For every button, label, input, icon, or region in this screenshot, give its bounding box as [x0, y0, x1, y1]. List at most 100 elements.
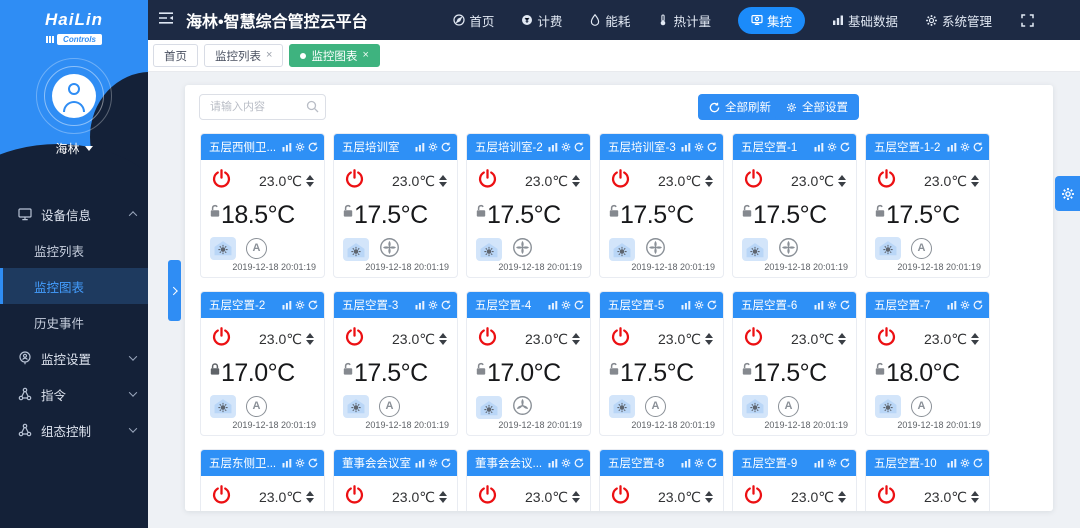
gear-icon[interactable]	[694, 458, 704, 468]
gear-icon[interactable]	[827, 300, 837, 310]
refresh-icon[interactable]	[707, 142, 717, 152]
gear-icon[interactable]	[827, 142, 837, 152]
fan-auto-icon[interactable]: A	[379, 396, 400, 417]
refresh-icon[interactable]	[308, 458, 318, 468]
heating-mode-icon[interactable]	[742, 238, 768, 261]
gear-icon[interactable]	[694, 142, 704, 152]
gear-icon[interactable]	[295, 142, 305, 152]
heating-mode-icon[interactable]	[609, 238, 635, 261]
power-icon[interactable]	[876, 168, 897, 194]
refresh-icon[interactable]	[707, 458, 717, 468]
refresh-all-button[interactable]: 全部刷新	[698, 94, 782, 120]
up-down-icon[interactable]	[439, 491, 447, 503]
fan-auto-icon[interactable]: A	[645, 396, 666, 417]
setpoint-stepper[interactable]: 23.0℃	[392, 331, 447, 348]
setpoint-stepper[interactable]: 23.0℃	[658, 173, 713, 190]
gear-icon[interactable]	[295, 300, 305, 310]
refresh-icon[interactable]	[441, 458, 451, 468]
up-down-icon[interactable]	[306, 175, 314, 187]
power-icon[interactable]	[876, 326, 897, 352]
setpoint-stepper[interactable]: 23.0℃	[791, 489, 846, 506]
chart-icon[interactable]	[947, 142, 957, 152]
gear-icon[interactable]	[428, 300, 438, 310]
chart-icon[interactable]	[415, 458, 425, 468]
power-icon[interactable]	[876, 484, 897, 510]
fan-icon[interactable]	[778, 237, 799, 263]
up-down-icon[interactable]	[572, 491, 580, 503]
setpoint-stepper[interactable]: 23.0℃	[924, 331, 979, 348]
chart-icon[interactable]	[548, 142, 558, 152]
power-icon[interactable]	[211, 484, 232, 510]
up-down-icon[interactable]	[705, 491, 713, 503]
refresh-icon[interactable]	[840, 458, 850, 468]
setpoint-stepper[interactable]: 23.0℃	[525, 489, 580, 506]
up-down-icon[interactable]	[705, 175, 713, 187]
gear-icon[interactable]	[561, 300, 571, 310]
power-icon[interactable]	[610, 326, 631, 352]
fan-icon[interactable]	[512, 237, 533, 263]
heating-mode-icon[interactable]	[210, 237, 236, 260]
fan-3blade-icon[interactable]	[512, 395, 533, 421]
chart-icon[interactable]	[947, 458, 957, 468]
close-icon[interactable]: ×	[362, 50, 368, 61]
tab-monitor-list[interactable]: 监控列表 ×	[204, 44, 283, 67]
heating-mode-icon[interactable]	[875, 237, 901, 260]
heating-mode-icon[interactable]	[476, 238, 502, 261]
heating-mode-icon[interactable]	[210, 395, 236, 418]
chart-icon[interactable]	[282, 300, 292, 310]
up-down-icon[interactable]	[439, 175, 447, 187]
chart-icon[interactable]	[947, 300, 957, 310]
fan-icon[interactable]	[379, 237, 400, 263]
chart-icon[interactable]	[814, 458, 824, 468]
nav-item-energy[interactable]: 能耗	[589, 11, 630, 30]
refresh-icon[interactable]	[973, 458, 983, 468]
collapse-sidebar-icon[interactable]	[158, 11, 174, 30]
setpoint-stepper[interactable]: 23.0℃	[791, 331, 846, 348]
setpoint-stepper[interactable]: 23.0℃	[259, 173, 314, 190]
refresh-icon[interactable]	[308, 142, 318, 152]
nav-item-heat-metering[interactable]: 热计量	[657, 11, 711, 30]
fan-auto-icon[interactable]: A	[246, 238, 267, 259]
nav-item-home[interactable]: 首页	[453, 11, 494, 30]
sidebar-item-monitor-list[interactable]: 监控列表	[0, 232, 148, 268]
refresh-icon[interactable]	[441, 300, 451, 310]
gear-icon[interactable]	[295, 458, 305, 468]
power-icon[interactable]	[344, 484, 365, 510]
refresh-icon[interactable]	[574, 458, 584, 468]
up-down-icon[interactable]	[306, 491, 314, 503]
chart-icon[interactable]	[282, 458, 292, 468]
heating-mode-icon[interactable]	[343, 395, 369, 418]
refresh-icon[interactable]	[707, 300, 717, 310]
gear-icon[interactable]	[694, 300, 704, 310]
power-icon[interactable]	[743, 168, 764, 194]
chart-icon[interactable]	[681, 142, 691, 152]
refresh-icon[interactable]	[840, 142, 850, 152]
fullscreen-icon[interactable]	[1021, 14, 1034, 27]
up-down-icon[interactable]	[572, 333, 580, 345]
up-down-icon[interactable]	[572, 175, 580, 187]
gear-icon[interactable]	[827, 458, 837, 468]
user-dropdown[interactable]: 海林	[0, 140, 148, 157]
chart-icon[interactable]	[548, 300, 558, 310]
setpoint-stepper[interactable]: 23.0℃	[392, 489, 447, 506]
avatar[interactable]	[36, 58, 112, 134]
chart-icon[interactable]	[814, 142, 824, 152]
setpoint-stepper[interactable]: 23.0℃	[924, 173, 979, 190]
fan-auto-icon[interactable]: A	[911, 238, 932, 259]
gear-icon[interactable]	[561, 458, 571, 468]
setpoint-stepper[interactable]: 23.0℃	[658, 489, 713, 506]
gear-icon[interactable]	[428, 458, 438, 468]
heating-mode-icon[interactable]	[343, 238, 369, 261]
power-icon[interactable]	[344, 168, 365, 194]
panel-expand-handle[interactable]	[168, 260, 181, 321]
tab-home[interactable]: 首页	[153, 44, 198, 67]
refresh-icon[interactable]	[574, 142, 584, 152]
setpoint-stepper[interactable]: 23.0℃	[259, 489, 314, 506]
chart-icon[interactable]	[814, 300, 824, 310]
up-down-icon[interactable]	[971, 175, 979, 187]
sidebar-item-monitor-settings[interactable]: 监控设置	[0, 340, 148, 376]
power-icon[interactable]	[477, 168, 498, 194]
power-icon[interactable]	[610, 484, 631, 510]
power-icon[interactable]	[743, 326, 764, 352]
power-icon[interactable]	[743, 484, 764, 510]
